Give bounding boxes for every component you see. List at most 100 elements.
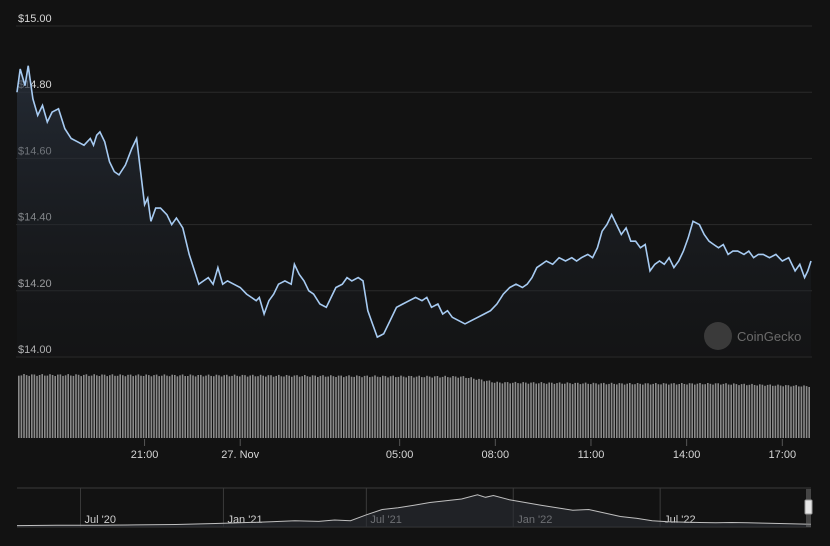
x-tick-label: 27. Nov xyxy=(221,449,259,461)
volume-bar xyxy=(465,377,467,438)
volume-bar xyxy=(798,386,800,438)
volume-bar xyxy=(538,383,540,438)
volume-bar xyxy=(660,384,662,438)
volume-bar xyxy=(748,384,751,438)
volume-bar xyxy=(181,374,184,438)
volume-bar xyxy=(753,385,756,438)
volume-bar xyxy=(506,382,509,438)
volume-bar xyxy=(525,382,527,438)
volume-bar xyxy=(491,382,493,438)
volume-bar xyxy=(772,385,774,438)
volume-bar xyxy=(483,381,485,438)
volume-bar xyxy=(283,376,285,438)
volume-bar xyxy=(694,384,696,438)
volume-bar xyxy=(85,374,88,438)
volume-bar xyxy=(72,375,75,438)
volume-bar xyxy=(699,383,701,438)
volume-bar xyxy=(296,375,298,438)
x-tick-label: 14:00 xyxy=(673,449,701,461)
volume-bar xyxy=(787,385,790,438)
volume-bar xyxy=(493,382,496,438)
volume-bar xyxy=(608,383,610,438)
volume-bar xyxy=(88,375,90,438)
volume-bar xyxy=(467,378,470,438)
volume-bar xyxy=(220,376,223,438)
volume-bar xyxy=(441,376,444,438)
volume-bar xyxy=(434,376,436,438)
volume-bar xyxy=(262,375,264,438)
volume-bar xyxy=(415,376,418,438)
volume-bar xyxy=(621,383,623,438)
volume-bar xyxy=(668,384,670,438)
volume-bar xyxy=(600,383,602,438)
volume-bar xyxy=(649,384,652,438)
volume-bar xyxy=(363,375,366,438)
volume-bar xyxy=(764,385,766,438)
volume-bar xyxy=(28,375,30,438)
volume-bar xyxy=(272,376,275,438)
volume-bar xyxy=(652,383,654,438)
volume-bar xyxy=(574,382,576,438)
volume-bar xyxy=(561,383,563,438)
volume-bar xyxy=(122,375,124,438)
x-tick-label: 11:00 xyxy=(578,449,605,461)
volume-bar xyxy=(447,377,449,438)
volume-bar xyxy=(384,376,387,438)
volume-bar xyxy=(501,383,504,438)
volume-bar xyxy=(551,382,553,438)
volume-bar xyxy=(96,375,98,438)
volume-bar xyxy=(582,383,584,438)
volume-bar xyxy=(681,383,683,438)
volume-bar xyxy=(324,376,327,438)
volume-bar xyxy=(98,376,101,438)
volume-bar xyxy=(319,375,322,438)
volume-bar xyxy=(631,384,634,438)
volume-bar xyxy=(722,383,725,438)
volume-bar xyxy=(382,375,384,438)
volume-bar xyxy=(348,375,350,438)
volume-bar xyxy=(392,375,394,438)
volume-bar xyxy=(629,383,631,438)
volume-bar xyxy=(44,375,46,438)
volume-bar xyxy=(655,383,657,438)
volume-bar xyxy=(207,374,210,438)
volume-bar xyxy=(639,383,641,438)
volume-bar xyxy=(343,377,345,438)
volume-bar xyxy=(545,383,548,438)
navigator[interactable]: Jul '20Jan '21Jul '21Jan '22Jul '22 xyxy=(16,487,813,528)
price-chart[interactable]: $15.00$14.80$14.60$14.40$14.20$14.00 21:… xyxy=(0,0,830,546)
volume-bar xyxy=(358,376,361,438)
volume-bar xyxy=(428,376,431,438)
volume-bar xyxy=(714,383,717,438)
volume-bar xyxy=(553,383,556,438)
volume-bar xyxy=(543,383,545,438)
volume-bar xyxy=(577,382,579,438)
volume-bar xyxy=(168,376,171,438)
volume-bar xyxy=(470,377,472,438)
volume-bar xyxy=(38,375,41,438)
volume-bar xyxy=(93,374,95,438)
volume-bar xyxy=(584,382,587,438)
volume-bar xyxy=(270,375,272,438)
volume-bar xyxy=(317,377,319,438)
volume-bar xyxy=(642,384,644,438)
volume-bar xyxy=(33,374,36,438)
volume-bar xyxy=(330,375,332,438)
x-axis: 21:00 27. Nov 05:00 08:00 11:00 14:00 17:00 xyxy=(131,439,796,461)
volume-bar xyxy=(402,376,405,438)
navigator-tick-label: Jul '20 xyxy=(85,514,116,526)
volume-bar xyxy=(436,376,439,438)
volume-bar xyxy=(135,375,137,438)
volume-bar xyxy=(590,384,592,438)
volume-bar xyxy=(709,383,712,438)
volume-bar xyxy=(155,374,158,438)
volume-bar xyxy=(189,374,192,438)
volume-bar xyxy=(192,375,194,438)
navigator-handle[interactable] xyxy=(804,499,813,515)
x-tick-label: 08:00 xyxy=(482,449,510,461)
x-tick-label: 05:00 xyxy=(386,449,414,461)
volume-bar xyxy=(688,383,691,438)
volume-bar xyxy=(77,374,80,438)
watermark-text: CoinGecko xyxy=(737,329,801,344)
volume-bar xyxy=(59,374,62,438)
